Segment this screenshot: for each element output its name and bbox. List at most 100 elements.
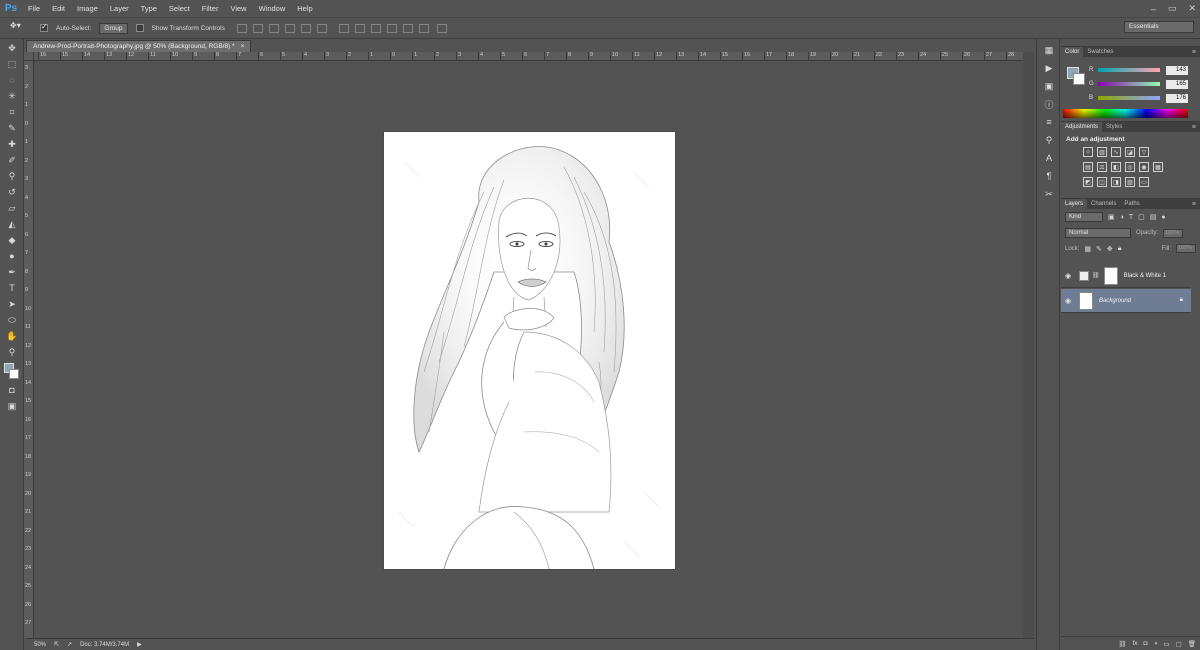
- visibility-eye-icon[interactable]: ◉: [1061, 297, 1075, 305]
- color-balance-icon[interactable]: ⚖: [1097, 162, 1107, 172]
- menu-select[interactable]: Select: [163, 0, 196, 17]
- align-top-icon[interactable]: [236, 23, 247, 33]
- distribute-vcenter-icon[interactable]: [354, 23, 365, 33]
- workspace-switcher[interactable]: Essentials: [1124, 21, 1194, 33]
- document-tab[interactable]: Andrew-Prod-Portrait-Photography.jpg @ 5…: [26, 40, 252, 52]
- menu-help[interactable]: Help: [291, 0, 318, 17]
- filter-pixel-icon[interactable]: ▣: [1108, 213, 1115, 221]
- document-image[interactable]: [384, 132, 675, 569]
- exposure-icon[interactable]: ◪: [1125, 147, 1135, 157]
- lock-transparency-icon[interactable]: ▦: [1084, 245, 1091, 253]
- tab-adjustments[interactable]: Adjustments: [1061, 122, 1103, 132]
- minimize-icon[interactable]: –: [1151, 4, 1156, 14]
- align-vcenter-icon[interactable]: [252, 23, 263, 33]
- blend-mode-dropdown[interactable]: Normal: [1065, 228, 1131, 238]
- close-icon[interactable]: ✕: [1188, 3, 1196, 14]
- new-group-icon[interactable]: ▭: [1163, 640, 1169, 648]
- zoom-tool-icon[interactable]: ⚲: [4, 345, 20, 359]
- canvas-area[interactable]: [34, 61, 1023, 638]
- blue-slider[interactable]: [1098, 96, 1160, 100]
- menu-edit[interactable]: Edit: [46, 0, 71, 17]
- hue-saturation-icon[interactable]: ▤: [1083, 162, 1093, 172]
- auto-align-icon[interactable]: [436, 23, 447, 33]
- brush-presets-icon[interactable]: ≡: [1040, 115, 1058, 129]
- blur-tool-icon[interactable]: ◆: [4, 233, 20, 247]
- move-tool-preset-icon[interactable]: ✥▾: [10, 21, 32, 35]
- distribute-left-icon[interactable]: [386, 23, 397, 33]
- lock-position-icon[interactable]: ✥: [1107, 245, 1113, 253]
- tab-layers[interactable]: Layers: [1061, 199, 1088, 209]
- healing-brush-tool-icon[interactable]: ✚: [4, 137, 20, 151]
- eraser-tool-icon[interactable]: ▱: [4, 201, 20, 215]
- dodge-tool-icon[interactable]: ●: [4, 249, 20, 263]
- tab-paths[interactable]: Paths: [1120, 199, 1143, 209]
- link-chain-icon[interactable]: ⛓: [1092, 272, 1100, 279]
- show-transform-checkbox[interactable]: [135, 24, 144, 32]
- zoom-level[interactable]: 50%: [34, 642, 46, 648]
- menu-image[interactable]: Image: [71, 0, 104, 17]
- align-right-icon[interactable]: [316, 23, 327, 33]
- menu-file[interactable]: File: [22, 0, 46, 17]
- lasso-tool-icon[interactable]: ◌: [4, 73, 20, 87]
- panel-menu-icon[interactable]: ≡: [1192, 124, 1196, 131]
- tab-channels[interactable]: Channels: [1087, 199, 1120, 209]
- distribute-right-icon[interactable]: [418, 23, 429, 33]
- brightness-contrast-icon[interactable]: ☼: [1083, 147, 1093, 157]
- red-value[interactable]: 143: [1166, 65, 1188, 75]
- red-slider[interactable]: [1098, 68, 1160, 72]
- move-tool-icon[interactable]: ✥: [4, 41, 20, 55]
- crop-tool-icon[interactable]: ⌗: [4, 105, 20, 119]
- posterize-icon[interactable]: ◫: [1097, 177, 1107, 187]
- layer-name[interactable]: Black & White 1: [1124, 273, 1166, 279]
- layer-black-white[interactable]: ◉ ⛓ Black & White 1: [1061, 264, 1191, 288]
- align-bottom-icon[interactable]: [268, 23, 279, 33]
- color-panel-background[interactable]: [1073, 73, 1085, 85]
- clone-source-icon[interactable]: ⚲: [1040, 133, 1058, 147]
- color-lookup-icon[interactable]: ▦: [1153, 162, 1163, 172]
- panel-menu-icon[interactable]: ≡: [1192, 201, 1196, 208]
- color-swatches[interactable]: [4, 363, 20, 379]
- menu-type[interactable]: Type: [135, 0, 163, 17]
- lock-all-icon[interactable]: 🔒︎: [1118, 245, 1122, 253]
- magic-wand-tool-icon[interactable]: ✳: [4, 89, 20, 103]
- marquee-tool-icon[interactable]: ⬚: [4, 57, 20, 71]
- channel-mixer-icon[interactable]: ◉: [1139, 162, 1149, 172]
- align-left-icon[interactable]: [284, 23, 295, 33]
- curves-icon[interactable]: ∿: [1111, 147, 1121, 157]
- filter-toggle-icon[interactable]: ●: [1161, 214, 1165, 221]
- filter-smart-object-icon[interactable]: ▤: [1150, 213, 1157, 221]
- filter-shape-icon[interactable]: ▢: [1138, 213, 1145, 221]
- vibrance-icon[interactable]: ▽: [1139, 147, 1149, 157]
- link-layers-icon[interactable]: ⛓: [1118, 640, 1126, 648]
- vertical-scrollbar[interactable]: [1023, 52, 1034, 638]
- layer-style-fx-icon[interactable]: fx: [1132, 640, 1137, 647]
- menu-layer[interactable]: Layer: [104, 0, 135, 17]
- info-icon[interactable]: ⓘ: [1040, 97, 1058, 111]
- distribute-hcenter-icon[interactable]: [402, 23, 413, 33]
- status-arrow-icon[interactable]: ↗: [67, 641, 72, 648]
- opacity-field[interactable]: 100%: [1163, 228, 1184, 238]
- history-brush-tool-icon[interactable]: ↺: [4, 185, 20, 199]
- menu-window[interactable]: Window: [253, 0, 292, 17]
- distribute-bottom-icon[interactable]: [370, 23, 381, 33]
- kind-filter-dropdown[interactable]: Kind: [1065, 212, 1103, 222]
- status-menu-arrow-icon[interactable]: ▶: [137, 641, 142, 648]
- screen-mode-icon[interactable]: ▣: [4, 399, 20, 413]
- type-tool-icon[interactable]: T: [4, 281, 20, 295]
- clone-stamp-tool-icon[interactable]: ⚲: [4, 169, 20, 183]
- layer-background[interactable]: ◉ Background 🔒︎: [1061, 289, 1191, 313]
- new-adjustment-icon[interactable]: ◑: [1153, 640, 1157, 647]
- tab-color[interactable]: Color: [1061, 47, 1084, 57]
- background-color-swatch[interactable]: [9, 369, 19, 379]
- menu-view[interactable]: View: [224, 0, 252, 17]
- distribute-top-icon[interactable]: [338, 23, 349, 33]
- paint-bucket-tool-icon[interactable]: ◭: [4, 217, 20, 231]
- layer-name[interactable]: Background: [1099, 298, 1131, 304]
- close-tab-icon[interactable]: ×: [241, 43, 245, 50]
- hand-tool-icon[interactable]: ✋: [4, 329, 20, 343]
- tab-swatches[interactable]: Swatches: [1083, 47, 1117, 57]
- panel-menu-icon[interactable]: ≡: [1192, 49, 1196, 56]
- gradient-map-icon[interactable]: ▭: [1139, 177, 1149, 187]
- tool-presets-icon[interactable]: ✂: [1040, 187, 1058, 201]
- quick-mask-icon[interactable]: ◘: [4, 383, 20, 397]
